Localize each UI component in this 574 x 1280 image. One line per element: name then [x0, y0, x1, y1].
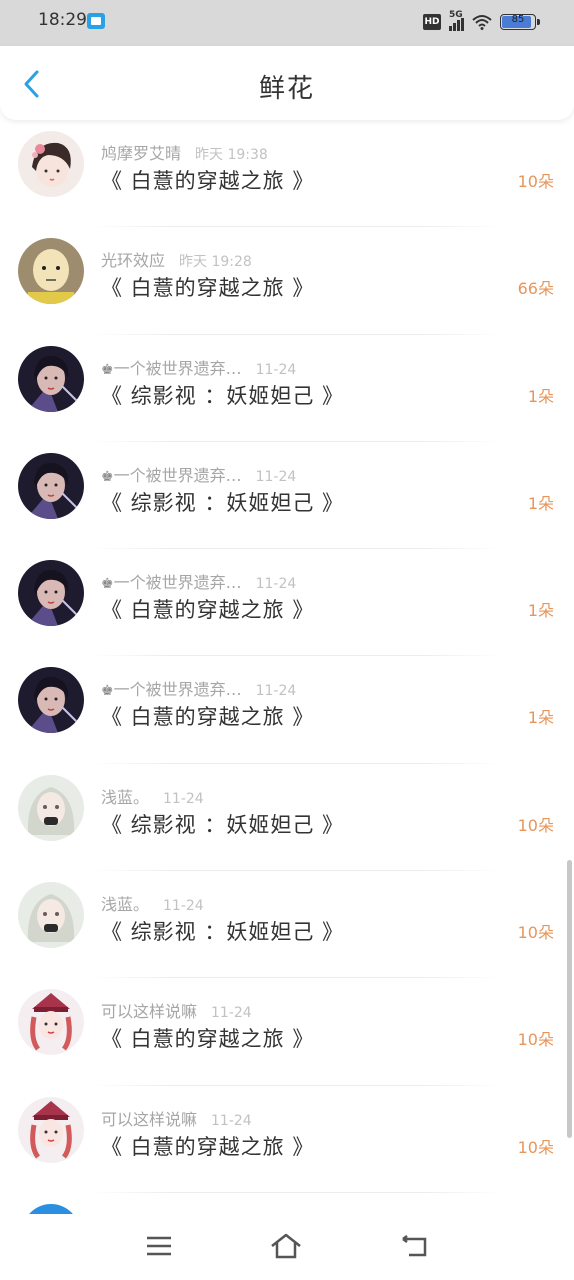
- timestamp: 11-24: [211, 1005, 252, 1022]
- list-item[interactable]: 鸠摩罗艾晴 昨天 19:38 《 白薏的穿越之旅 》 10朵: [0, 120, 574, 228]
- return-icon: [402, 1235, 427, 1257]
- list-item[interactable]: ♚一个被世界遗弃… 11-24 《 白薏的穿越之旅 》 1朵: [0, 656, 574, 764]
- username[interactable]: 浅蓝。: [101, 895, 149, 914]
- book-title[interactable]: 《 综影视 ：妖姬妲己 》: [101, 380, 344, 410]
- username[interactable]: 一个被世界遗弃…: [114, 680, 242, 699]
- username[interactable]: 光环效应: [101, 251, 165, 270]
- row-meta: ♚一个被世界遗弃… 11-24: [101, 355, 296, 379]
- list-item[interactable]: ♚一个被世界遗弃… 11-24 《 白薏的穿越之旅 》 1朵: [0, 549, 574, 657]
- avatar[interactable]: [18, 882, 84, 949]
- book-title[interactable]: 《 白薏的穿越之旅 》: [101, 594, 314, 624]
- book-title[interactable]: 《 白薏的穿越之旅 》: [101, 1023, 314, 1053]
- timestamp: 昨天 19:38: [195, 147, 268, 163]
- book-title[interactable]: 《 综影视 ：妖姬妲己 》: [101, 809, 344, 839]
- menu-button[interactable]: [141, 1230, 177, 1262]
- timestamp: 11-24: [255, 576, 297, 593]
- flower-count: 10朵: [517, 923, 554, 943]
- avatar[interactable]: [18, 131, 84, 197]
- avatar[interactable]: [18, 560, 84, 627]
- list-item[interactable]: ♚一个被世界遗弃… 11-24 《 综影视 ：妖姬妲己 》 1朵: [0, 442, 574, 550]
- avatar[interactable]: [18, 452, 84, 519]
- timestamp: 11-24: [255, 683, 297, 700]
- system-nav-bar: [0, 1214, 574, 1280]
- flower-count: 10朵: [517, 1137, 554, 1157]
- list-item[interactable]: 可以这样说嘛 11-24 《 白薏的穿越之旅 》 10朵: [0, 978, 574, 1086]
- username[interactable]: 一个被世界遗弃…: [114, 466, 242, 485]
- flower-count: 10朵: [517, 815, 554, 835]
- row-meta: 可以这样说嘛 11-24: [101, 998, 252, 1022]
- row-meta: 浅蓝。 11-24: [101, 891, 204, 915]
- book-title[interactable]: 《 白薏的穿越之旅 》: [101, 165, 314, 195]
- battery-level: 85: [511, 14, 525, 25]
- username[interactable]: 可以这样说嘛: [101, 1110, 197, 1129]
- home-icon: [271, 1233, 301, 1259]
- page-title: 鲜花: [258, 74, 315, 104]
- signal-icon: 5G: [449, 10, 464, 31]
- return-button[interactable]: [396, 1230, 432, 1262]
- app-notification-icon: [87, 13, 105, 29]
- timestamp: 11-24: [255, 361, 297, 378]
- network-type: 5G: [449, 10, 463, 20]
- username[interactable]: 一个被世界遗弃…: [114, 359, 242, 378]
- row-meta: 可以这样说嘛 11-24: [101, 1106, 252, 1130]
- row-meta: ♚一个被世界遗弃… 11-24: [101, 462, 296, 486]
- menu-icon: [147, 1236, 171, 1256]
- timestamp: 11-24: [163, 898, 204, 915]
- status-bar: 18:29 HD 5G 85: [0, 0, 574, 46]
- flower-count: 10朵: [517, 1030, 554, 1050]
- row-meta: ♚一个被世界遗弃… 11-24: [101, 676, 296, 700]
- row-meta: 光环效应 昨天 19:28: [101, 247, 252, 271]
- divider: [90, 1191, 504, 1193]
- crown-icon: ♚: [101, 468, 114, 485]
- book-title[interactable]: 《 综影视 ：妖姬妲己 》: [101, 487, 344, 517]
- crown-icon: ♚: [101, 576, 114, 593]
- list-item[interactable]: 光环效应 昨天 19:28 《 白薏的穿越之旅 》 66朵: [0, 227, 574, 335]
- book-title[interactable]: 《 综影视 ：妖姬妲己 》: [101, 916, 344, 946]
- flower-count: 1朵: [527, 708, 554, 728]
- scrollbar[interactable]: [567, 860, 572, 1138]
- avatar[interactable]: [18, 667, 84, 734]
- book-title[interactable]: 《 白薏的穿越之旅 》: [101, 1131, 314, 1161]
- username[interactable]: 浅蓝。: [101, 788, 149, 807]
- status-time: 18:29: [38, 10, 87, 30]
- book-title[interactable]: 《 白薏的穿越之旅 》: [101, 272, 314, 302]
- battery-icon: 85: [500, 14, 540, 30]
- timestamp: 11-24: [255, 468, 297, 485]
- avatar[interactable]: [18, 1096, 84, 1163]
- username[interactable]: 鸠摩罗艾晴: [101, 144, 181, 163]
- username[interactable]: 一个被世界遗弃…: [114, 573, 242, 592]
- avatar[interactable]: [18, 989, 84, 1056]
- timestamp: 昨天 19:28: [179, 254, 252, 271]
- avatar[interactable]: [18, 345, 84, 412]
- flower-count: 1朵: [527, 386, 554, 406]
- row-meta: ♚一个被世界遗弃… 11-24: [101, 569, 296, 593]
- hd-badge: HD: [423, 14, 441, 30]
- row-meta: 浅蓝。 11-24: [101, 784, 204, 808]
- header: 鲜花: [0, 46, 574, 120]
- avatar[interactable]: [18, 774, 84, 841]
- list-item[interactable]: ♚一个被世界遗弃… 11-24 《 综影视 ：妖姬妲己 》 1朵: [0, 335, 574, 442]
- book-title[interactable]: 《 白薏的穿越之旅 》: [101, 701, 314, 731]
- flower-count: 10朵: [517, 172, 554, 191]
- avatar[interactable]: [18, 238, 84, 305]
- list-item[interactable]: 浅蓝。 11-24 《 综影视 ：妖姬妲己 》 10朵: [0, 764, 574, 872]
- timestamp: 11-24: [163, 790, 204, 807]
- flower-count: 66朵: [517, 279, 554, 299]
- timestamp: 11-24: [211, 1112, 252, 1129]
- list-item[interactable]: 浅蓝。 11-24 《 综影视 ：妖姬妲己 》 10朵: [0, 871, 574, 979]
- crown-icon: ♚: [101, 683, 114, 700]
- wifi-icon: [472, 15, 492, 30]
- flower-list[interactable]: 鸠摩罗艾晴 昨天 19:38 《 白薏的穿越之旅 》 10朵 光环效应 昨天 19:28 《…: [0, 120, 574, 1214]
- flower-count: 1朵: [527, 601, 554, 621]
- home-button[interactable]: [268, 1230, 304, 1262]
- username[interactable]: 可以这样说嘛: [101, 1002, 197, 1021]
- list-item[interactable]: 可以这样说嘛 11-24 《 白薏的穿越之旅 》 10朵: [0, 1086, 574, 1193]
- crown-icon: ♚: [101, 361, 114, 378]
- row-meta: 鸠摩罗艾晴 昨天 19:38: [101, 140, 268, 164]
- flower-count: 1朵: [527, 493, 554, 513]
- status-indicators: HD 5G 85: [423, 10, 540, 33]
